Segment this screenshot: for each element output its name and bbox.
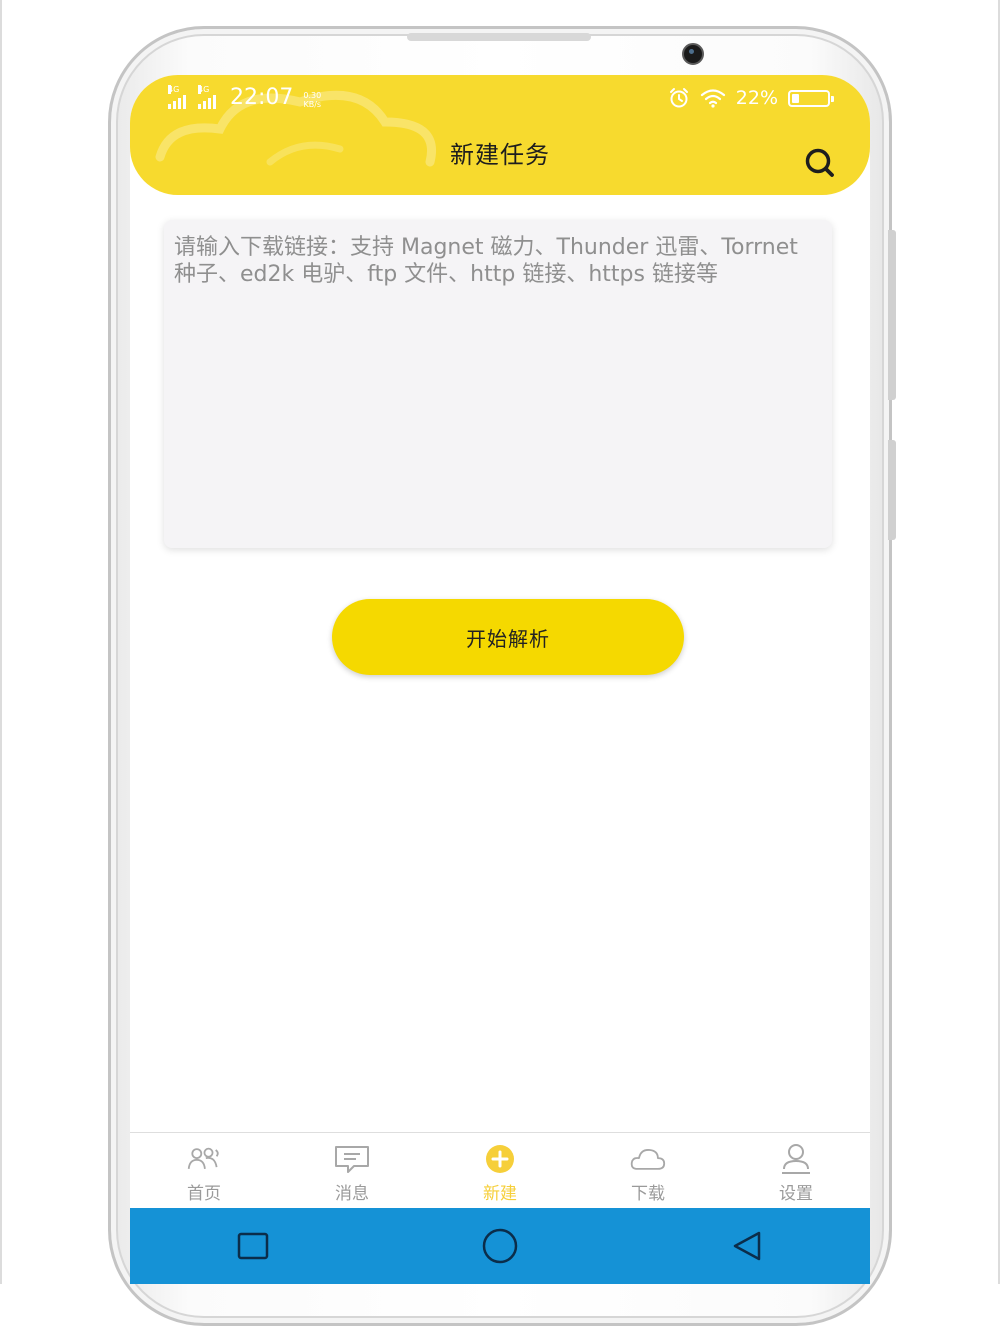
tab-home[interactable]: 首页 [130, 1133, 278, 1209]
battery-percent: 22% [735, 87, 778, 109]
tab-messages[interactable]: 消息 [278, 1133, 426, 1209]
network-speed: 0.30 KB/s [303, 91, 321, 109]
start-parse-label: 开始解析 [466, 626, 550, 651]
network-speed-unit: KB/s [303, 100, 322, 109]
back-button[interactable] [722, 1221, 772, 1271]
signal-label: 4G [168, 85, 180, 94]
battery-level-fill [792, 93, 799, 103]
start-parse-button[interactable]: 开始解析 [332, 599, 684, 675]
status-right: 22% [668, 87, 834, 109]
bottom-tab-bar: 首页 消息 新建 下载 设置 [130, 1132, 870, 1209]
tab-downloads-label: 下载 [631, 1184, 665, 1204]
download-link-input[interactable] [164, 220, 832, 548]
volume-button [888, 230, 896, 400]
system-nav-bar [130, 1208, 870, 1284]
network-speed-value: 0.30 [303, 91, 322, 100]
home-button[interactable] [475, 1221, 525, 1271]
home-circle-icon [482, 1228, 518, 1264]
user-settings-icon [778, 1143, 814, 1175]
status-bar: 4G 4G 22:07 0.30 KB/s 22% [130, 75, 870, 120]
tab-new[interactable]: 新建 [426, 1133, 574, 1209]
search-button[interactable] [802, 145, 838, 181]
recents-button[interactable] [228, 1221, 278, 1271]
tab-settings[interactable]: 设置 [722, 1133, 870, 1209]
tab-settings-label: 设置 [779, 1184, 813, 1204]
signal-strength-icon: 4G [168, 85, 186, 109]
front-camera [682, 43, 704, 65]
back-triangle-icon [733, 1231, 760, 1261]
app-header: 4G 4G 22:07 0.30 KB/s 22% 新建任务 [130, 75, 870, 195]
status-left: 4G 4G 22:07 0.30 KB/s [168, 85, 321, 110]
power-button [888, 440, 896, 540]
search-icon [805, 148, 834, 177]
tab-new-label: 新建 [483, 1184, 517, 1204]
add-circle-icon [482, 1143, 518, 1175]
page-title: 新建任务 [450, 141, 550, 169]
tab-messages-label: 消息 [335, 1184, 369, 1204]
message-icon [334, 1143, 370, 1175]
status-time: 22:07 [230, 85, 294, 110]
alarm-icon [669, 88, 688, 108]
page-left-edge [0, 0, 2, 1284]
signal-strength-icon-2: 4G [198, 85, 216, 109]
users-icon [186, 1143, 222, 1175]
tab-downloads[interactable]: 下载 [574, 1133, 722, 1209]
recents-square-icon [238, 1232, 269, 1260]
earpiece-speaker [407, 33, 591, 41]
phone-screen: 4G 4G 22:07 0.30 KB/s 22% 新建任务 请输入下载链接：支… [130, 75, 870, 1284]
wifi-icon [700, 89, 725, 108]
battery-icon [788, 89, 834, 107]
tab-home-label: 首页 [187, 1184, 221, 1204]
signal-label-2: 4G [198, 85, 210, 94]
cloud-icon [630, 1143, 666, 1175]
